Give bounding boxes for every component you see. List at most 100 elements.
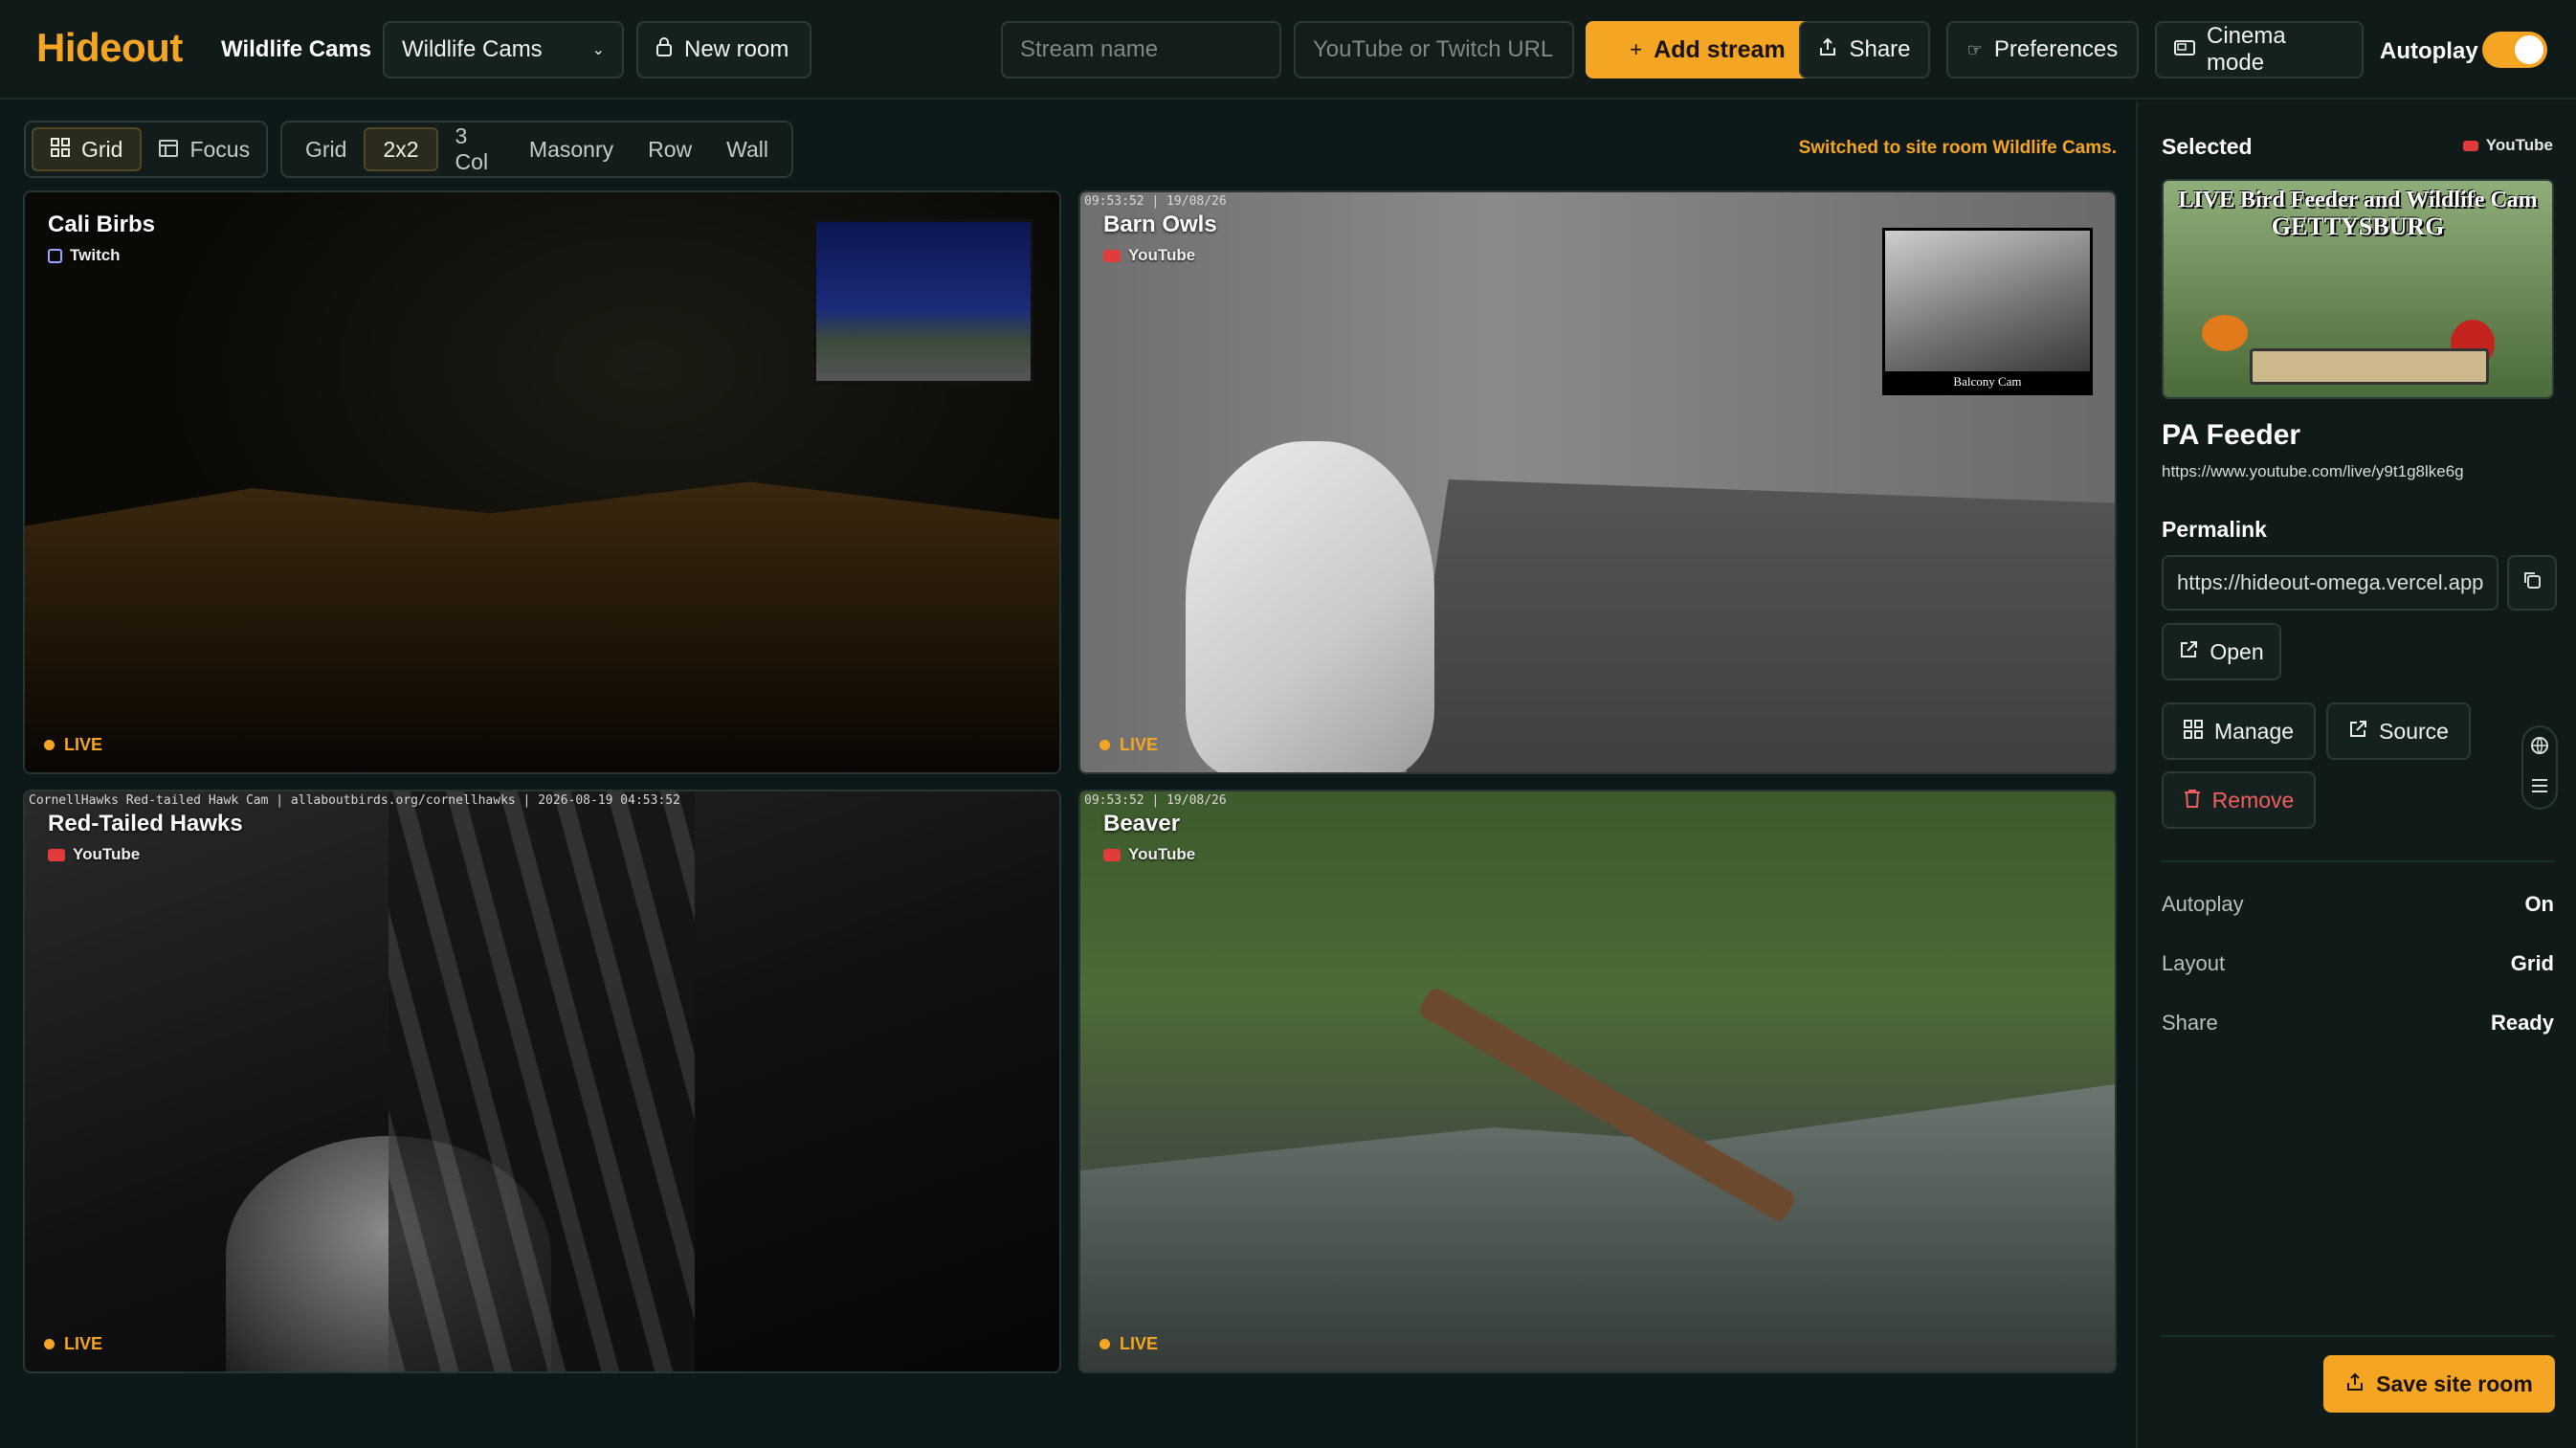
upload-icon <box>2345 1371 2365 1397</box>
layout-row[interactable]: Row <box>631 127 709 171</box>
stream-source: Twitch <box>48 246 121 265</box>
status-row-share: Share Ready <box>2162 1011 2554 1036</box>
copy-icon <box>2522 570 2542 595</box>
picture-in-picture <box>813 219 1033 384</box>
share-button[interactable]: Share <box>1799 21 1930 78</box>
trash-icon <box>2184 788 2201 813</box>
focus-icon <box>159 137 179 163</box>
selected-source-label: YouTube <box>2485 136 2553 154</box>
save-site-room-label: Save site room <box>2376 1370 2533 1396</box>
cinema-mode-button[interactable]: Cinema mode <box>2155 21 2364 78</box>
selected-source: YouTube <box>2462 136 2553 155</box>
stream-name-input[interactable]: Stream name <box>1001 21 1281 78</box>
view-mode-label: Focus <box>189 136 251 162</box>
open-label: Open <box>2210 638 2264 664</box>
view-mode-grid[interactable]: Grid <box>32 127 143 171</box>
stream-name: Barn Owls <box>1103 212 1217 237</box>
app-logo[interactable]: Hideout <box>36 25 183 71</box>
share-label: Share <box>1849 36 1911 62</box>
thumbnail-title-line-1: LIVE Bird Feeder and Wildlife Cam <box>2178 188 2538 212</box>
status-row-autoplay: Autoplay On <box>2162 892 2554 917</box>
new-room-button[interactable]: New room <box>636 21 811 78</box>
lock-icon <box>655 37 673 62</box>
open-button[interactable]: Open <box>2162 623 2281 680</box>
copy-permalink-button[interactable] <box>2507 555 2557 611</box>
layout-masonry[interactable]: Masonry <box>512 127 631 171</box>
autoplay-toggle[interactable] <box>2482 32 2547 68</box>
source-button[interactable]: Source <box>2326 702 2471 760</box>
live-dot-icon <box>44 740 55 750</box>
status-row-layout: Layout Grid <box>2162 951 2554 976</box>
remove-button[interactable]: Remove <box>2162 771 2316 829</box>
live-label: LIVE <box>1120 735 1159 754</box>
layout-2x2[interactable]: 2x2 <box>364 127 438 171</box>
stream-tile-beaver[interactable]: 09:53:52 | 19/08/26 Beaver YouTube LIVE <box>1078 790 2117 1373</box>
current-room-label: Wildlife Cams <box>221 36 372 62</box>
stream-source-label: YouTube <box>73 845 141 863</box>
layout-3-col[interactable]: 3 Col <box>438 123 512 174</box>
external-link-icon <box>2348 719 2367 745</box>
stream-source: YouTube <box>1103 845 1195 864</box>
top-bar: Hideout Wildlife Cams Wildlife Cams ⌄ Ne… <box>0 0 2576 100</box>
globe-icon[interactable] <box>2530 736 2549 761</box>
details-panel: Selected YouTube LIVE Bird Feeder and Wi… <box>2136 101 2576 1448</box>
stream-url-input[interactable]: YouTube or Twitch URL <box>1294 21 1574 78</box>
permalink-field[interactable]: https://hideout-omega.vercel.app <box>2162 555 2498 611</box>
remove-label: Remove <box>2211 787 2295 813</box>
live-badge: LIVE <box>44 1334 102 1354</box>
stream-source-label: Twitch <box>70 246 121 264</box>
add-stream-label: Add stream <box>1654 35 1786 63</box>
selected-stream-name: PA Feeder <box>2162 419 2301 451</box>
live-badge: LIVE <box>44 735 102 755</box>
youtube-icon <box>1103 848 1121 861</box>
pip-caption: Balcony Cam <box>1885 371 2090 392</box>
scene-creek <box>1080 1084 2115 1371</box>
youtube-icon <box>48 848 65 861</box>
stream-tile-barn-owls[interactable]: Balcony Cam 09:53:52 | 19/08/26 Barn Owl… <box>1078 190 2117 774</box>
stream-tile-red-tailed-hawks[interactable]: CornellHawks Red-tailed Hawk Cam | allab… <box>23 790 1061 1373</box>
thumbnail-title: LIVE Bird Feeder and Wildlife Cam GETTYS… <box>2164 187 2552 240</box>
layout-grid[interactable]: Grid <box>288 127 364 171</box>
status-value: Grid <box>2510 951 2554 975</box>
manage-button[interactable]: Manage <box>2162 702 2316 760</box>
add-stream-button[interactable]: + Add stream <box>1586 21 1830 78</box>
menu-icon[interactable] <box>2531 777 2548 799</box>
selected-thumbnail[interactable]: LIVE Bird Feeder and Wildlife Cam GETTYS… <box>2162 179 2554 399</box>
youtube-icon <box>2462 140 2478 151</box>
video-timestamp: 09:53:52 | 19/08/26 <box>1084 793 1227 808</box>
selected-stream-url[interactable]: https://www.youtube.com/live/y9t1g8lke6g <box>2162 462 2464 481</box>
live-dot-icon <box>1099 740 1110 750</box>
status-key: Autoplay <box>2162 892 2244 916</box>
floating-tools <box>2521 725 2558 810</box>
stream-tile-cali-birbs[interactable]: Cali Birbs Twitch LIVE <box>23 190 1061 774</box>
scene-owl <box>1186 441 1434 772</box>
stream-source: YouTube <box>48 845 140 864</box>
picture-in-picture: Balcony Cam <box>1882 228 2093 395</box>
stream-source-label: YouTube <box>1128 246 1196 264</box>
scene-garden <box>25 481 1059 772</box>
source-label: Source <box>2379 718 2449 744</box>
save-site-room-button[interactable]: Save site room <box>2323 1355 2555 1413</box>
chevron-down-icon: ⌄ <box>591 42 605 58</box>
live-label: LIVE <box>1120 1334 1159 1353</box>
pointer-icon: ☞ <box>1966 39 1983 59</box>
stream-source: YouTube <box>1103 246 1195 265</box>
preferences-button[interactable]: ☞ Preferences <box>1946 21 2139 78</box>
share-icon <box>1818 37 1837 62</box>
video-timestamp: 09:53:52 | 19/08/26 <box>1084 194 1227 209</box>
status-value: Ready <box>2490 1011 2554 1035</box>
twitch-icon <box>48 248 62 263</box>
permalink-heading: Permalink <box>2162 517 2267 542</box>
status-key: Share <box>2162 1011 2218 1035</box>
room-select[interactable]: Wildlife Cams ⌄ <box>383 21 624 78</box>
preferences-label: Preferences <box>1993 36 2119 62</box>
layout-wall[interactable]: Wall <box>709 127 786 171</box>
external-link-icon <box>2179 639 2198 665</box>
autoplay-label: Autoplay <box>2380 38 2478 64</box>
view-mode-focus[interactable]: Focus <box>142 127 267 171</box>
live-dot-icon <box>1099 1339 1110 1349</box>
feeder-tray <box>2250 348 2489 385</box>
manage-label: Manage <box>2213 718 2295 744</box>
thumbnail-title-line-2: GETTYSBURG <box>2271 212 2445 240</box>
new-room-label: New room <box>684 36 789 62</box>
